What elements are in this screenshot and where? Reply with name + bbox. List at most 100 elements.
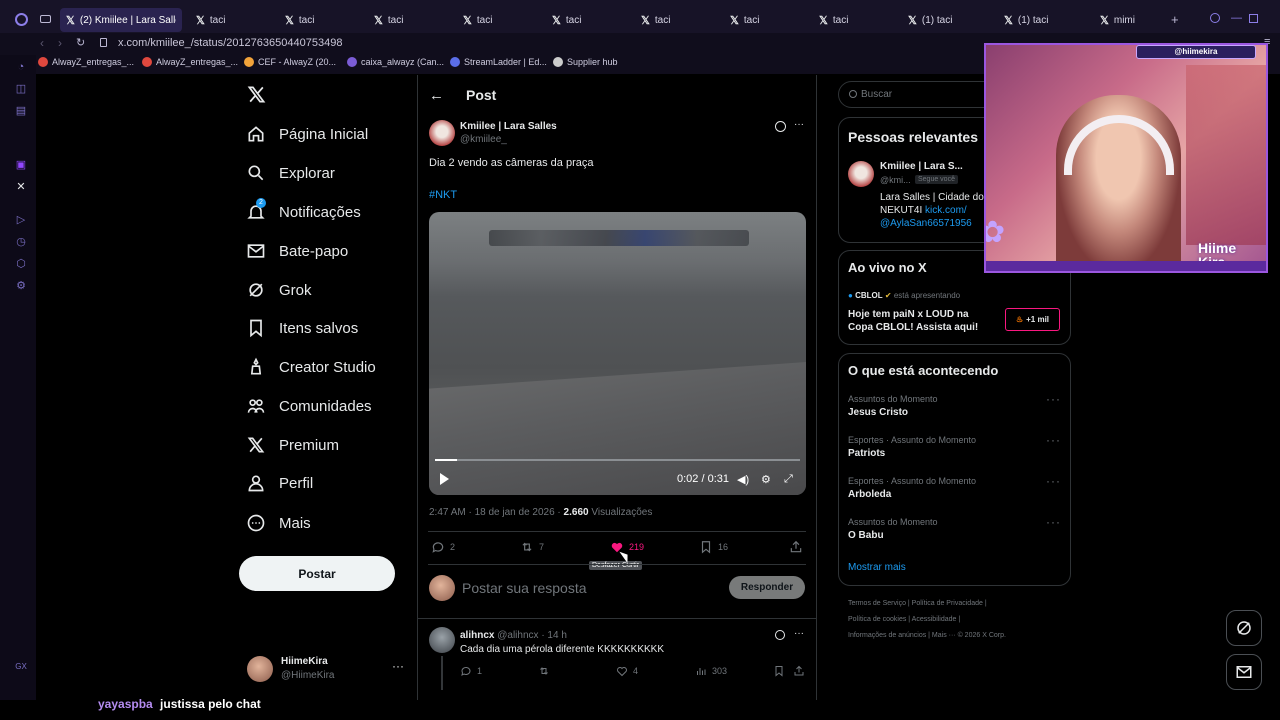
share-action[interactable] [789,540,803,554]
back-arrow-icon[interactable]: ← [429,87,444,104]
reply-grok-icon[interactable] [775,630,785,640]
minimize-icon[interactable]: — [1231,12,1242,24]
bookmark-item[interactable]: Supplier hub [553,57,618,67]
nav-item-9[interactable]: Perfil [246,470,313,496]
nav-item-7[interactable]: Comunidades [246,393,372,419]
post-hashtag[interactable]: #NKT [429,189,457,201]
post-timestamp[interactable]: 2:47 AM · 18 de jan de 2026 · [429,507,564,518]
bookmark-item[interactable]: CEF - AlwayZ (20... [244,57,336,67]
nav-item-5[interactable]: Itens salvos [246,315,358,341]
play-icon[interactable] [440,473,449,485]
volume-icon[interactable]: ◀) [737,473,749,486]
nav-item-6[interactable]: Creator Studio [246,354,376,380]
x-logo-icon[interactable] [247,85,266,107]
post-video[interactable]: 0:02 / 0:31 ◀) ⚙ ⤢ [429,212,806,495]
relevant-avatar[interactable] [848,161,874,187]
footer-links-3[interactable]: Informações de anúncios | Mais ··· © 202… [848,632,1006,639]
tab-8[interactable]: 𝕏taci [813,8,899,32]
trend-more-icon[interactable]: ··· [1046,515,1061,529]
nav-item-1[interactable]: Explorar [246,160,335,186]
video-progress-track[interactable] [435,459,800,461]
tab-4[interactable]: 𝕏taci [457,8,543,32]
like-action[interactable]: 219 [610,540,644,554]
forward-icon[interactable]: › [58,36,62,50]
trend-more-icon[interactable]: ··· [1046,474,1061,488]
sidebar-settings-icon[interactable]: ⚙ [14,279,28,293]
trend-more-icon[interactable]: ··· [1046,433,1061,447]
tab-6[interactable]: 𝕏taci [635,8,721,32]
live-text[interactable]: Hoje tem paiN x LOUD na Copa CBLOL! Assi… [848,308,993,334]
sidebar-clock-icon[interactable]: ◷ [14,235,28,249]
reply-action[interactable]: 2 [431,540,455,554]
browser-logo-icon[interactable] [15,13,28,26]
bookmark-item[interactable]: StreamLadder | Ed... [450,57,547,67]
reply-like-action[interactable]: 4 [616,665,638,677]
relevant-mention[interactable]: @AylaSan66571956 [880,218,972,229]
sidebar-extensions-icon[interactable]: ⬡ [14,257,28,271]
tab-1[interactable]: 𝕏taci [190,8,276,32]
tab-2[interactable]: 𝕏taci [279,8,365,32]
search-tabs-icon[interactable] [1210,13,1220,23]
tab-switcher-icon[interactable] [40,15,51,23]
tab-3[interactable]: 𝕏taci [368,8,454,32]
reload-icon[interactable]: ↻ [76,36,85,49]
trend-more-icon[interactable]: ··· [1046,392,1061,406]
fullscreen-icon[interactable]: ⤢ [784,473,793,486]
relevant-handle[interactable]: @kmi... [880,175,911,185]
nav-item-4[interactable]: Grok [246,277,312,303]
bookmark-item[interactable]: AlwayZ_entregas_... [142,57,238,67]
live-count[interactable]: ♨ +1 mil [1005,308,1060,331]
show-more-link[interactable]: Mostrar mais [848,562,906,573]
tab-0[interactable]: 𝕏 (2) Kmiilee | Lara Salles [60,8,182,32]
tab-10[interactable]: 𝕏 (1) taci [998,8,1084,32]
reply-reply-action[interactable]: 1 [460,665,482,677]
bookmark-action[interactable]: 16 [699,540,728,554]
post-more-icon[interactable]: ··· [794,119,804,130]
reply-author-handle[interactable]: @alihncx [497,630,538,641]
tab-9[interactable]: 𝕏 (1) taci [902,8,988,32]
bookmark-item[interactable]: caixa_alwayz (Can... [347,57,444,67]
reply-button[interactable]: Responder [729,576,805,599]
grok-button[interactable] [1226,610,1262,646]
author-name[interactable]: Kmiilee | Lara Salles [460,121,557,132]
search-input[interactable]: Buscar [861,89,892,100]
sidebar-bag-icon[interactable]: ◫ [14,82,28,96]
trend-item[interactable]: Assuntos do Momento Jesus Cristo [848,394,938,418]
maximize-icon[interactable] [1249,14,1258,23]
reply-avatar[interactable] [429,627,455,653]
account-switcher[interactable]: HiimeKira @HiimeKira ··· [247,654,407,684]
sidebar-player-icon[interactable]: ▷ [14,213,28,227]
footer-links-2[interactable]: Política de cookies | Acessibilidade | [848,616,960,623]
tab-5[interactable]: 𝕏taci [546,8,632,32]
sidebar-news-icon[interactable]: ▤ [14,104,28,118]
tab-7[interactable]: 𝕏taci [724,8,810,32]
footer-links-1[interactable]: Termos de Serviço | Política de Privacid… [848,600,987,607]
video-settings-icon[interactable]: ⚙ [761,473,771,486]
sidebar-gx-icon[interactable]: GX [14,660,28,674]
nav-item-0[interactable]: Página Inicial [246,121,368,147]
author-handle[interactable]: @kmiilee_ [460,134,507,145]
nav-item-3[interactable]: Bate-papo [246,238,348,264]
relevant-name[interactable]: Kmiilee | Lara S... [880,161,963,172]
live-account[interactable]: CBLOL [855,291,883,300]
bookmark-item[interactable]: AlwayZ_entregas_... [38,57,134,67]
nav-item-2[interactable]: 2 Notificações [246,198,361,225]
more-icon[interactable]: ··· [392,659,404,673]
post-button[interactable]: Postar [239,556,395,591]
nav-item-8[interactable]: Premium [246,432,339,458]
back-icon[interactable]: ‹ [40,36,44,50]
reply-author-name[interactable]: alihncx [460,630,494,641]
nav-item-10[interactable]: Mais [246,510,311,536]
reply-input[interactable]: Postar sua resposta [462,580,587,596]
relevant-link[interactable]: kick.com/ [925,205,967,216]
author-avatar[interactable] [429,120,455,146]
reply-bookmark-action[interactable] [773,665,785,677]
trend-item[interactable]: Esportes · Assunto do Momento Arboleda [848,476,976,500]
sidebar-history-icon[interactable]: ◔ [14,60,28,74]
trend-item[interactable]: Assuntos do Momento O Babu [848,517,938,541]
tab-11[interactable]: 𝕏mimi [1094,8,1180,32]
grok-icon[interactable] [775,121,786,132]
new-tab-icon[interactable]: + [1171,12,1179,27]
trend-item[interactable]: Esportes · Assunto do Momento Patriots [848,435,976,459]
sidebar-twitch-icon[interactable]: ▣ [14,158,28,172]
